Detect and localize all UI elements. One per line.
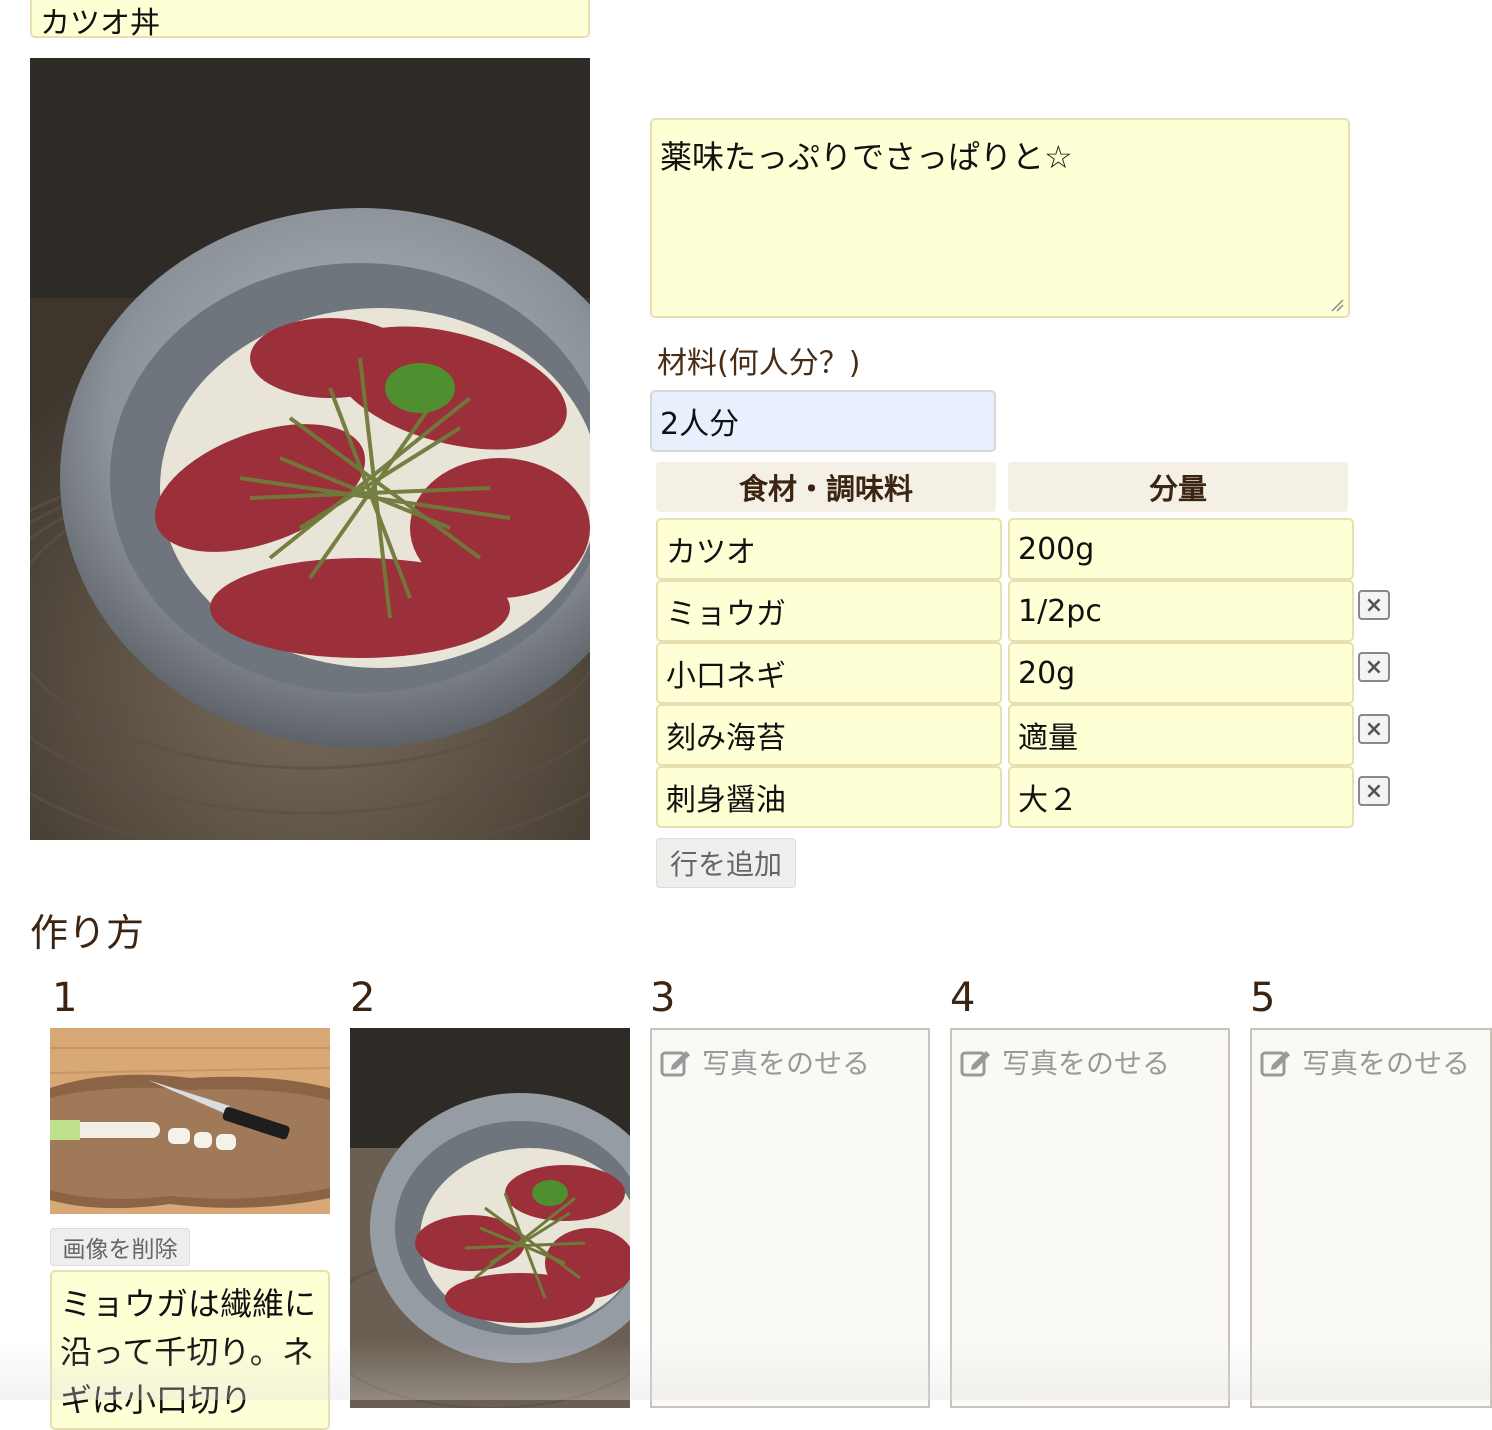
recipe-title-input[interactable]: カツオ丼 bbox=[30, 0, 590, 41]
ingredient-name-input[interactable]: ミョウガ bbox=[656, 580, 1002, 642]
description-text: 薬味たっぷりでさっぱりと☆ bbox=[660, 138, 1073, 176]
step-number: 4 bbox=[950, 975, 976, 1021]
ingredient-name-text: ミョウガ bbox=[666, 597, 786, 632]
servings-label: 材料(何人分？) bbox=[657, 346, 861, 381]
ingredient-amount-text: 適量 bbox=[1018, 721, 1078, 756]
step-3-photo-upload[interactable]: 写真をのせる bbox=[650, 1028, 930, 1408]
delete-row-button[interactable]: × bbox=[1358, 776, 1390, 806]
step-2-photo[interactable] bbox=[350, 1028, 630, 1408]
edit-icon bbox=[1260, 1051, 1290, 1077]
step-4-photo-upload[interactable]: 写真をのせる bbox=[950, 1028, 1230, 1408]
ingredient-amount-text: 1/2pc bbox=[1018, 593, 1102, 629]
close-icon: × bbox=[1364, 778, 1384, 804]
ingredient-name-input[interactable]: 刻み海苔 bbox=[656, 704, 1002, 766]
recipe-title-text: カツオ丼 bbox=[40, 6, 160, 41]
ingredient-amount-input[interactable]: 大２ bbox=[1008, 766, 1354, 828]
ingredient-amount-text: 大２ bbox=[1018, 783, 1078, 818]
upload-photo-label: 写真をのせる bbox=[1002, 1047, 1171, 1080]
close-icon: × bbox=[1364, 716, 1384, 742]
upload-photo-label: 写真をのせる bbox=[702, 1047, 871, 1080]
close-icon: × bbox=[1364, 592, 1384, 618]
ingredient-amount-input[interactable]: 20g bbox=[1008, 642, 1354, 704]
step-5-photo-upload[interactable]: 写真をのせる bbox=[1250, 1028, 1492, 1408]
recipe-description-textarea[interactable]: 薬味たっぷりでさっぱりと☆ bbox=[650, 118, 1350, 318]
step-number: 2 bbox=[350, 975, 376, 1021]
ingredient-name-input[interactable]: 刺身醤油 bbox=[656, 766, 1002, 828]
delete-image-button[interactable]: 画像を削除 bbox=[50, 1228, 190, 1266]
amount-column-header: 分量 bbox=[1008, 462, 1348, 512]
step-number: 1 bbox=[52, 975, 78, 1021]
ingredient-name-input[interactable]: カツオ bbox=[656, 518, 1002, 580]
servings-value: 2人分 bbox=[660, 407, 740, 442]
add-row-button[interactable]: 行を追加 bbox=[656, 838, 796, 888]
ingredient-amount-text: 200g bbox=[1018, 531, 1095, 567]
delete-row-button[interactable]: × bbox=[1358, 714, 1390, 744]
edit-icon bbox=[660, 1051, 690, 1077]
resize-grip-icon[interactable] bbox=[1330, 298, 1344, 312]
delete-row-button[interactable]: × bbox=[1358, 590, 1390, 620]
ingredient-name-text: 刺身醤油 bbox=[666, 783, 786, 818]
step-number: 3 bbox=[650, 975, 676, 1021]
step-1-textarea[interactable]: ミョウガは繊維に沿って千切り。ネギは小口切り bbox=[50, 1270, 330, 1430]
step-number: 5 bbox=[1250, 975, 1276, 1021]
close-icon: × bbox=[1364, 654, 1384, 680]
main-recipe-photo[interactable] bbox=[30, 58, 590, 840]
ingredient-name-input[interactable]: 小口ネギ bbox=[656, 642, 1002, 704]
steps-heading: 作り方 bbox=[30, 911, 145, 955]
servings-input[interactable]: 2人分 bbox=[650, 390, 996, 452]
ingredient-amount-input[interactable]: 適量 bbox=[1008, 704, 1354, 766]
upload-photo-label: 写真をのせる bbox=[1302, 1047, 1471, 1080]
ingredient-column-header: 食材・調味料 bbox=[656, 462, 996, 512]
ingredient-amount-input[interactable]: 200g bbox=[1008, 518, 1354, 580]
ingredient-amount-input[interactable]: 1/2pc bbox=[1008, 580, 1354, 642]
edit-icon bbox=[960, 1051, 990, 1077]
step-1-text: ミョウガは繊維に沿って千切り。ネギは小口切り bbox=[60, 1285, 317, 1419]
ingredient-name-text: カツオ bbox=[666, 535, 756, 570]
ingredient-name-text: 小口ネギ bbox=[666, 659, 786, 694]
ingredient-amount-text: 20g bbox=[1018, 655, 1076, 691]
delete-row-button[interactable]: × bbox=[1358, 652, 1390, 682]
ingredient-name-text: 刻み海苔 bbox=[666, 721, 786, 756]
step-1-photo[interactable] bbox=[50, 1028, 330, 1214]
